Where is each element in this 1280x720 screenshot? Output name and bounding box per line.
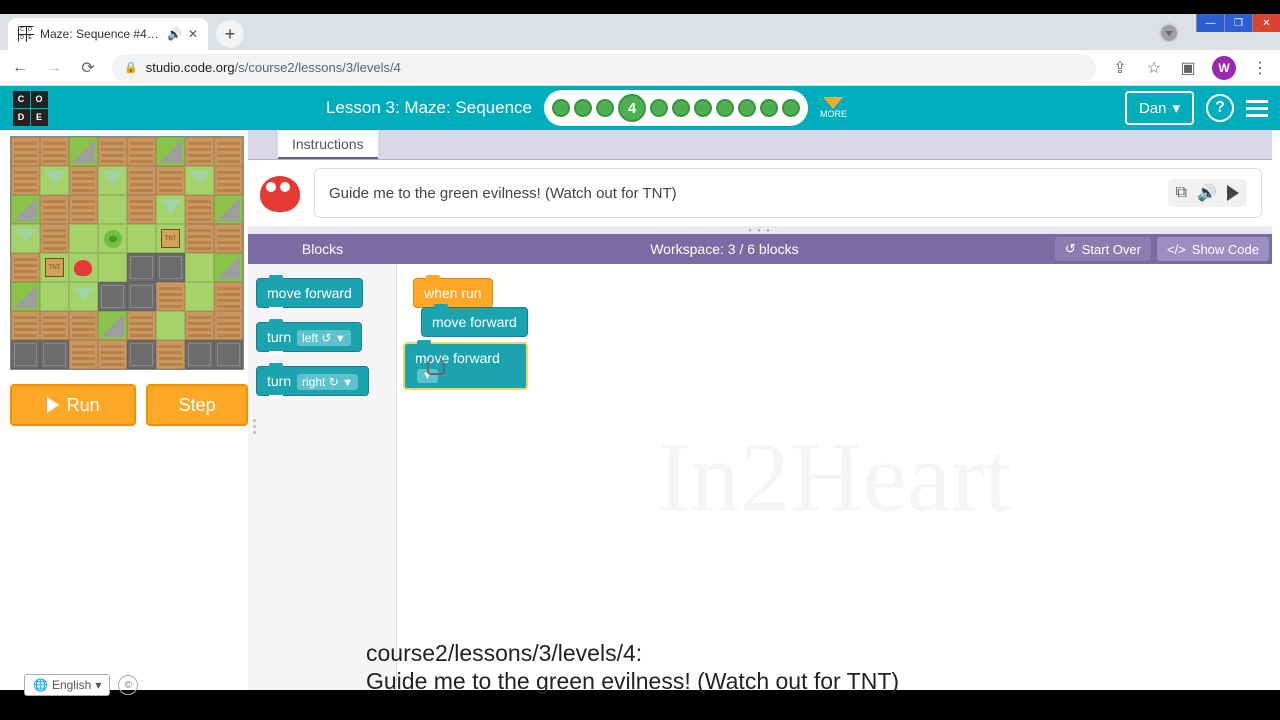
workspace-canvas[interactable]: In2Heart when run move forward move forw… [397, 264, 1272, 690]
bookmark-icon[interactable]: ☆ [1144, 58, 1164, 78]
browser-tab-bar: CODE Maze: Sequence #4 | Course 🔊 ✕ + — … [0, 14, 1280, 50]
reload-button[interactable]: ⟳ [78, 58, 98, 78]
level-bubble[interactable] [738, 99, 756, 117]
caret-down-icon: ▾ [1172, 99, 1180, 117]
globe-icon: 🌐 [33, 678, 48, 692]
grab-cursor-icon [427, 357, 445, 375]
level-bubble-current[interactable]: 4 [618, 94, 646, 122]
extensions-icon[interactable]: ▣ [1178, 58, 1198, 78]
window-maximize-button[interactable]: ❐ [1224, 14, 1252, 32]
level-bubble[interactable] [760, 99, 778, 117]
level-bubble[interactable] [782, 99, 800, 117]
level-bubble[interactable] [596, 99, 614, 117]
app-header: CODE Lesson 3: Maze: Sequence 4 MORE Dan… [0, 86, 1280, 130]
block-when-run[interactable]: when run [413, 278, 493, 308]
browser-profile-chevron[interactable] [1159, 23, 1179, 43]
level-progress[interactable]: 4 [544, 90, 808, 126]
instructions-tab[interactable]: Instructions [278, 130, 378, 159]
instruction-text: Guide me to the green evilness! (Watch o… [329, 185, 677, 202]
browser-tab[interactable]: CODE Maze: Sequence #4 | Course 🔊 ✕ [8, 18, 208, 50]
tab-title: Maze: Sequence #4 | Course [40, 27, 161, 41]
user-menu-button[interactable]: Dan ▾ [1125, 91, 1194, 125]
back-button[interactable]: ← [10, 59, 30, 77]
code-org-logo[interactable]: CODE [12, 90, 48, 126]
more-stages-button[interactable]: MORE [820, 97, 847, 119]
browser-menu-icon[interactable]: ⋮ [1250, 58, 1270, 78]
chevron-down-icon: ▾ [95, 678, 101, 692]
block-move-forward[interactable]: move forward [421, 307, 528, 337]
blocks-header: Blocks [248, 241, 397, 257]
horizontal-resizer[interactable] [250, 178, 258, 674]
code-icon: </> [1167, 242, 1186, 257]
level-bubble[interactable] [672, 99, 690, 117]
play-icon [47, 397, 59, 413]
hamburger-menu-button[interactable] [1246, 100, 1268, 117]
workspace-header: Workspace: 3 / 6 blocks [397, 241, 1052, 257]
window-minimize-button[interactable]: — [1196, 14, 1224, 32]
run-button[interactable]: Run [10, 384, 136, 426]
start-over-button[interactable]: ↺ Start Over [1055, 237, 1151, 261]
tab-audio-icon[interactable]: 🔊 [167, 27, 182, 41]
tab-close-icon[interactable]: ✕ [188, 27, 198, 41]
level-bubble[interactable] [574, 99, 592, 117]
level-bubble[interactable] [694, 99, 712, 117]
new-tab-button[interactable]: + [216, 20, 244, 48]
instruction-bubble: Guide me to the green evilness! (Watch o… [314, 168, 1262, 218]
lock-icon: 🔒 [124, 61, 138, 74]
character-avatar [258, 172, 304, 214]
undo-icon: ↺ [1065, 241, 1076, 257]
address-bar[interactable]: 🔒 studio.code.org/s/course2/lessons/3/le… [112, 54, 1096, 82]
level-bubble[interactable] [716, 99, 734, 117]
lesson-title: Lesson 3: Maze: Sequence [326, 98, 532, 118]
level-bubble[interactable] [552, 99, 570, 117]
level-bubble[interactable] [650, 99, 668, 117]
forward-button[interactable]: → [44, 59, 64, 77]
window-close-button[interactable]: ✕ [1252, 14, 1280, 32]
profile-avatar[interactable]: W [1212, 56, 1236, 80]
sound-icon[interactable]: 🔊 [1197, 183, 1217, 203]
chevron-down-icon [823, 97, 843, 109]
vertical-resizer[interactable] [248, 226, 1272, 234]
block-move-forward-dragging[interactable]: move forward ▼ [403, 342, 528, 390]
text-to-speech-icon[interactable]: ⧉ [1176, 184, 1187, 202]
block-turn-left[interactable]: turn left ↺ ▼ [256, 322, 362, 352]
step-button[interactable]: Step [146, 384, 248, 426]
share-icon[interactable]: ⇪ [1110, 58, 1130, 78]
maze-visualization [10, 136, 244, 370]
watermark-text: In2Heart [657, 420, 1012, 535]
block-move-forward[interactable]: move forward [256, 278, 363, 308]
block-turn-right[interactable]: turn right ↻ ▼ [256, 366, 369, 396]
help-button[interactable]: ? [1206, 94, 1234, 122]
show-code-button[interactable]: </> Show Code [1157, 237, 1269, 261]
language-selector[interactable]: 🌐 English ▾ [24, 674, 110, 696]
play-instruction-icon[interactable] [1227, 185, 1239, 201]
video-caption: course2/lessons/3/levels/4: Guide me to … [366, 639, 899, 697]
block-palette: move forward turn left ↺ ▼ turn right ↻ … [248, 264, 397, 690]
copyright-icon[interactable]: © [118, 675, 138, 695]
